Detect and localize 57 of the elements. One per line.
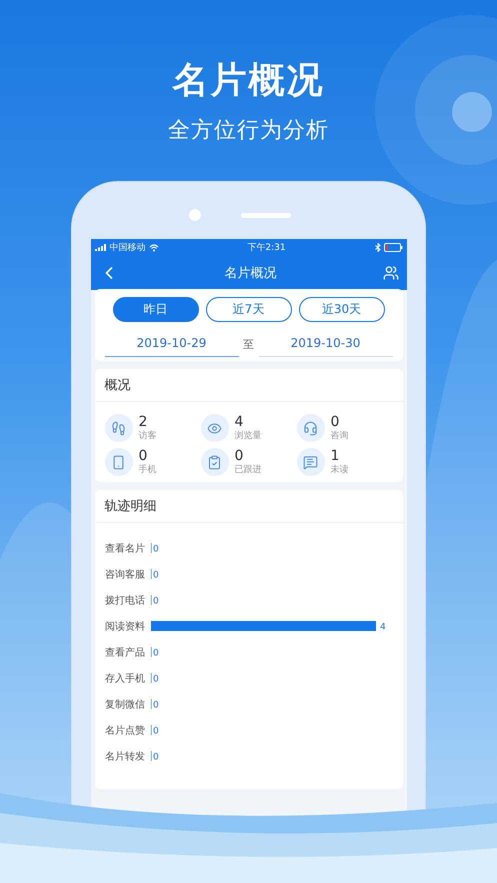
checklist-icon [200, 448, 228, 476]
section-title: 概况 [104, 377, 130, 394]
period-tab[interactable]: 近7天 [206, 297, 292, 322]
camera-dot [188, 209, 200, 221]
battery-icon [384, 243, 402, 252]
value-label: 0 [152, 752, 158, 762]
value-label: 0 [152, 674, 158, 684]
category-label: 咨询客服 [104, 570, 144, 580]
users-icon[interactable] [382, 264, 398, 280]
nav-title: 名片概况 [224, 264, 276, 282]
category-label: 名片点赞 [104, 726, 144, 736]
section-title: 轨迹明细 [104, 498, 156, 515]
stat-label: 已跟进 [234, 464, 262, 476]
end-date-field[interactable]: 2019-10-30 [258, 332, 392, 357]
phone-icon [104, 448, 132, 476]
category-label: 查看名片 [104, 544, 144, 554]
bluetooth-icon [374, 243, 380, 252]
value-label: 0 [152, 700, 158, 710]
stat-value: 0 [138, 448, 148, 464]
value-label: 0 [152, 648, 158, 658]
category-label: 拨打电话 [104, 596, 144, 606]
date-separator: 至 [243, 337, 254, 352]
period-tab[interactable]: 昨日 [112, 297, 198, 322]
stat-value: 2 [138, 414, 148, 430]
value-label: 0 [152, 726, 158, 736]
decor-circle [452, 92, 492, 132]
period-tab[interactable]: 近30天 [298, 297, 384, 322]
value-label: 0 [152, 570, 158, 580]
footprint-icon [104, 414, 132, 442]
status-time: 下午2:31 [247, 242, 286, 254]
stat-label: 访客 [138, 430, 156, 442]
speaker-slit [240, 212, 290, 218]
stat-label: 浏览量 [234, 430, 262, 442]
stat-value: 0 [234, 448, 244, 464]
signal-icon [94, 244, 106, 251]
value-label: 0 [152, 544, 158, 554]
banner-subtitle: 全方位行为分析 [168, 117, 329, 145]
stat-value: 0 [330, 414, 340, 430]
start-date-field[interactable]: 2019-10-29 [104, 332, 238, 357]
stat-label: 手机 [138, 464, 156, 476]
eye-icon [200, 414, 228, 442]
category-label: 阅读资料 [104, 622, 144, 632]
value-label: 4 [380, 622, 386, 632]
message-icon [296, 448, 324, 476]
headset-icon [296, 414, 324, 442]
category-label: 复制微信 [104, 700, 144, 710]
wifi-icon [148, 244, 158, 252]
value-label: 0 [152, 596, 158, 606]
category-label: 查看产品 [104, 648, 144, 658]
carrier-name: 中国移动 [110, 242, 146, 254]
stat-value: 4 [234, 414, 244, 430]
category-label: 存入手机 [104, 674, 144, 684]
category-label: 名片转发 [104, 752, 144, 762]
stat-value: 1 [330, 448, 340, 464]
banner-title: 名片概况 [172, 59, 324, 103]
stat-label: 未读 [330, 464, 348, 476]
stat-label: 咨询 [330, 430, 348, 442]
